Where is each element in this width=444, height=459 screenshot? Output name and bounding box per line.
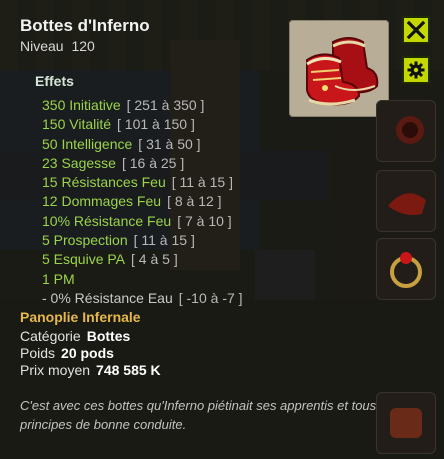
effect-range: [ 251 à 350 ] xyxy=(126,97,205,113)
item-description: C'est avec ces bottes qu'Inferno piétina… xyxy=(20,398,397,432)
effect-line: 1 PM xyxy=(42,270,243,289)
weight-value: 20 pods xyxy=(61,345,114,361)
effects-list: 350 Initiative [ 251 à 350 ] 150 Vitalité [… xyxy=(42,96,243,308)
effect-range: [ 8 à 12 ] xyxy=(167,193,222,210)
ring-icon xyxy=(390,252,422,288)
item-level: Niveau 120 xyxy=(20,38,95,54)
effect-value: 5 Esquive PA xyxy=(42,251,126,268)
effects-heading: Effets xyxy=(35,73,74,89)
effect-value: 10% Résistance Feu xyxy=(42,212,172,229)
effect-range: [ 31 à 50 ] xyxy=(138,135,201,152)
effect-range: [ 11 à 15 ] xyxy=(171,174,233,191)
price-value: 748 585 K xyxy=(96,362,161,378)
effect-line: 50 Intelligence [ 31 à 50 ] xyxy=(42,135,243,154)
effect-line: 15 Résistances Feu [ 11 à 15 ] xyxy=(42,173,243,192)
effect-line: 350 Initiative [ 251 à 350 ] xyxy=(42,96,243,115)
effect-range: [ 7 à 10 ] xyxy=(177,212,232,229)
effect-value: 150 Vitalité xyxy=(42,116,112,133)
effect-line: - 0% Résistance Eau [ -10 à -7 ] xyxy=(42,289,243,308)
gear-icon xyxy=(407,61,425,79)
item-thumbnail-icon xyxy=(396,116,424,144)
effect-value: - 0% Résistance Eau xyxy=(42,289,173,306)
price-label: Prix moyen xyxy=(20,362,91,378)
inventory-slot[interactable] xyxy=(376,100,436,162)
price-row: Prix moyen 748 585 K xyxy=(20,362,161,378)
effect-value: 350 Initiative xyxy=(42,97,121,113)
inventory-slot[interactable] xyxy=(376,170,436,232)
category-label: Catégorie xyxy=(20,328,81,344)
effect-value: 12 Dommages Feu xyxy=(42,193,162,210)
category-row: Catégorie Bottes xyxy=(20,328,130,344)
inventory-slot[interactable] xyxy=(376,238,436,300)
effect-value: 23 Sagesse xyxy=(42,154,116,171)
level-value: 120 xyxy=(71,38,95,54)
red-boots-icon xyxy=(306,37,379,106)
effect-line: 23 Sagesse [ 16 à 25 ] xyxy=(42,154,243,173)
effect-value: 15 Résistances Feu xyxy=(42,174,166,191)
item-tooltip: Bottes d'Inferno Niveau 120 Effets 350 I… xyxy=(0,0,444,454)
close-icon xyxy=(406,20,426,40)
set-name[interactable]: Panoplie Infernale xyxy=(20,309,141,325)
item-thumbnail-icon xyxy=(388,193,426,215)
effect-line: 10% Résistance Feu [ 7 à 10 ] xyxy=(42,212,243,231)
effect-value: 5 Prospection xyxy=(42,232,128,249)
weight-row: Poids 20 pods xyxy=(20,345,114,361)
close-button[interactable] xyxy=(402,16,430,44)
effect-range: [ 11 à 15 ] xyxy=(133,232,195,249)
category-value: Bottes xyxy=(86,328,131,344)
level-label: Niveau xyxy=(20,38,64,54)
effect-range: [ 4 à 5 ] xyxy=(131,251,178,268)
item-thumbnail-icon xyxy=(390,408,422,438)
effect-range: [ -10 à -7 ] xyxy=(178,289,243,306)
effect-line: 12 Dommages Feu [ 8 à 12 ] xyxy=(42,192,243,211)
inventory-slot[interactable] xyxy=(376,392,436,454)
effect-range: [ 16 à 25 ] xyxy=(121,154,185,171)
settings-button[interactable] xyxy=(402,56,430,84)
effect-line: 150 Vitalité [ 101 à 150 ] xyxy=(42,115,243,134)
weight-label: Poids xyxy=(20,345,56,361)
effect-range: [ 101 à 150 ] xyxy=(117,116,195,133)
effect-line: 5 Esquive PA [ 4 à 5 ] xyxy=(42,250,243,269)
item-image xyxy=(289,20,389,117)
effect-value: 50 Intelligence xyxy=(42,135,133,152)
effect-value: 1 PM xyxy=(42,270,75,287)
effect-line: 5 Prospection [ 11 à 15 ] xyxy=(42,231,243,250)
item-name: Bottes d'Inferno xyxy=(20,16,150,35)
